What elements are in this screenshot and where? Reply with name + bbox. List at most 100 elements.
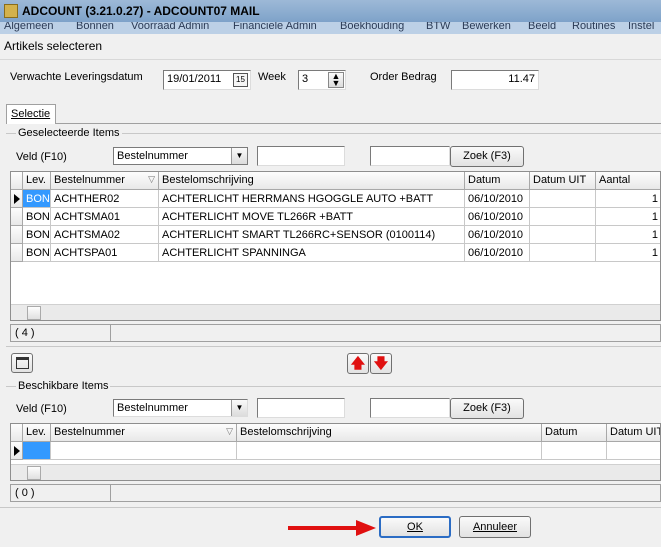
table-cell[interactable] — [530, 226, 596, 244]
selected-search-input-2[interactable] — [370, 146, 450, 166]
available-items-grid[interactable]: Lev. Bestelnummer ▽ Bestelomschrijving D… — [10, 423, 661, 481]
tab-selectie-label: Selectie — [11, 108, 51, 120]
move-down-button[interactable]: 🡇 — [370, 353, 392, 374]
table-cell[interactable] — [607, 442, 660, 460]
available-group-label: Beschikbare Items — [16, 380, 111, 392]
col-header-datum[interactable]: Datum — [465, 172, 530, 190]
menu-financiele-admin[interactable]: Financiele Admin — [233, 22, 317, 32]
menu-voorraad-admin[interactable]: Voorraad Admin — [131, 22, 209, 32]
selected-horizontal-scrollbar[interactable] — [11, 304, 660, 320]
tab-selectie[interactable]: Selectie — [6, 104, 56, 124]
column-chooser-button[interactable] — [11, 353, 33, 373]
red-arrow-up-icon: 🡅 — [350, 355, 366, 371]
dialog-title: Artikels selecteren — [0, 34, 661, 60]
table-cell[interactable]: 06/10/2010 — [465, 190, 530, 208]
row-header[interactable] — [11, 244, 23, 262]
row-header[interactable] — [11, 226, 23, 244]
table-cell[interactable]: ACHTERLICHT HERRMANS HGOGGLE AUTO +BATT — [159, 190, 465, 208]
table-cell[interactable] — [530, 190, 596, 208]
table-cell[interactable]: ACHTERLICHT SMART TL266RC+SENSOR (010011… — [159, 226, 465, 244]
table-cell[interactable]: 1 — [596, 190, 660, 208]
scroll-thumb[interactable] — [27, 306, 41, 320]
menu-btw[interactable]: BTW — [426, 22, 450, 32]
menu-routines[interactable]: Routines — [572, 22, 615, 32]
table-cell[interactable]: ACHTHER02 — [51, 190, 159, 208]
table-cell[interactable]: ACHTERLICHT SPANNINGA — [159, 244, 465, 262]
calendar-icon[interactable]: 15 — [233, 73, 248, 87]
grid-corner — [11, 424, 23, 442]
col-header-bestelnummer[interactable]: Bestelnummer ▽ — [51, 424, 237, 442]
scroll-thumb[interactable] — [27, 466, 41, 480]
app-icon — [4, 4, 18, 18]
table-cell[interactable]: ACHTSPA01 — [51, 244, 159, 262]
table-cell[interactable]: 1 — [596, 226, 660, 244]
window-title: ADCOUNT (3.21.0.27) - ADCOUNT07 MAIL — [22, 4, 260, 18]
col-header-lev[interactable]: Lev. — [23, 172, 51, 190]
menu-beeld[interactable]: Beeld — [528, 22, 556, 32]
table-cell[interactable]: 06/10/2010 — [465, 244, 530, 262]
menu-algemeen[interactable]: Algemeen — [4, 22, 54, 32]
table-cell[interactable] — [530, 244, 596, 262]
table-cell[interactable]: ACHTERLICHT MOVE TL266R +BATT — [159, 208, 465, 226]
col-header-bestelnummer-label: Bestelnummer — [54, 174, 125, 186]
table-cell[interactable]: BONA — [23, 208, 51, 226]
table-cell[interactable] — [23, 442, 51, 460]
menu-instel[interactable]: Instel — [628, 22, 654, 32]
available-search-input-2[interactable] — [370, 398, 450, 418]
table-cell[interactable] — [51, 442, 237, 460]
menu-bewerken[interactable]: Bewerken — [462, 22, 511, 32]
available-search-button[interactable]: Zoek (F3) — [450, 398, 524, 419]
available-horizontal-scrollbar[interactable] — [11, 464, 660, 480]
available-field-combo[interactable]: Bestelnummer ▼ — [113, 399, 248, 417]
table-cell[interactable]: BONA — [23, 244, 51, 262]
delivery-date-field[interactable]: 19/01/2011 15 — [163, 70, 251, 90]
col-header-aantal[interactable]: Aantal — [596, 172, 660, 190]
ok-button[interactable]: OK — [379, 516, 451, 538]
week-spinner[interactable]: 3 ▲ ▼ — [298, 70, 346, 90]
red-pointer-arrow-icon — [288, 520, 376, 536]
table-cell[interactable]: BONA — [23, 226, 51, 244]
table-cell[interactable] — [530, 208, 596, 226]
table-cell[interactable] — [542, 442, 607, 460]
table-cell[interactable]: ACHTSMA01 — [51, 208, 159, 226]
row-header[interactable] — [11, 190, 23, 208]
selected-field-combo[interactable]: Bestelnummer ▼ — [113, 147, 248, 165]
selected-field-label: Veld (F10) — [16, 151, 67, 163]
order-amount-field[interactable]: 11.47 — [451, 70, 539, 90]
selected-search-button[interactable]: Zoek (F3) — [450, 146, 524, 167]
col-header-datum[interactable]: Datum — [542, 424, 607, 442]
col-header-bestelomschrijving[interactable]: Bestelomschrijving — [237, 424, 542, 442]
move-up-button[interactable]: 🡅 — [347, 353, 369, 374]
chevron-down-icon[interactable]: ▼ — [231, 148, 247, 164]
chevron-down-icon[interactable]: ▼ — [231, 400, 247, 416]
row-header[interactable] — [11, 208, 23, 226]
table-cell[interactable]: ACHTSMA02 — [51, 226, 159, 244]
columns-icon — [16, 357, 29, 369]
week-value: 3 — [302, 73, 309, 85]
available-field-label: Veld (F10) — [16, 403, 67, 415]
col-header-bestelomschrijving[interactable]: Bestelomschrijving — [159, 172, 465, 190]
menu-boekhouding[interactable]: Boekhouding — [340, 22, 404, 32]
table-cell[interactable]: 1 — [596, 208, 660, 226]
row-header[interactable] — [11, 442, 23, 460]
selected-search-input[interactable] — [257, 146, 345, 166]
col-header-datum-uit[interactable]: Datum UIT — [530, 172, 596, 190]
filter-icon[interactable]: ▽ — [148, 174, 155, 185]
col-header-bestelnummer[interactable]: Bestelnummer ▽ — [51, 172, 159, 190]
grid-corner — [11, 172, 23, 190]
cancel-button[interactable]: Annuleer — [459, 516, 531, 538]
menu-bonnen[interactable]: Bonnen — [76, 22, 114, 32]
table-cell[interactable]: BONA — [23, 190, 51, 208]
table-cell[interactable]: 1 — [596, 244, 660, 262]
selected-items-grid[interactable]: Lev. Bestelnummer ▽ Bestelomschrijving D… — [10, 171, 661, 321]
table-cell[interactable] — [237, 442, 542, 460]
window-titlebar: ADCOUNT (3.21.0.27) - ADCOUNT07 MAIL — [0, 0, 661, 22]
table-cell[interactable]: 06/10/2010 — [465, 208, 530, 226]
table-cell[interactable]: 06/10/2010 — [465, 226, 530, 244]
current-row-arrow-icon — [14, 446, 20, 456]
col-header-lev[interactable]: Lev. — [23, 424, 51, 442]
col-header-datum-uit[interactable]: Datum UIT — [607, 424, 660, 442]
filter-icon[interactable]: ▽ — [226, 426, 233, 437]
available-search-input[interactable] — [257, 398, 345, 418]
spinner-arrows-icon[interactable]: ▲ ▼ — [328, 72, 344, 88]
